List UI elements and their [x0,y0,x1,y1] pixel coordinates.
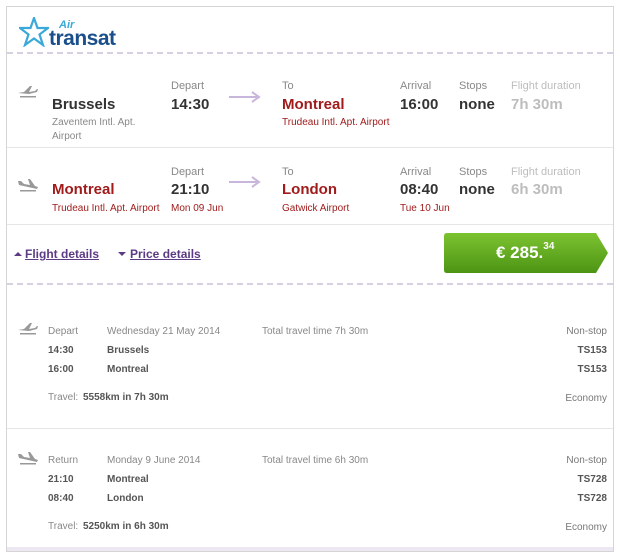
destination-city: Montreal [282,96,345,113]
plane-arrival-icon [18,179,38,192]
origin-airport: Trudeau Intl. Apt. Airport [52,203,160,214]
duration-value: 6h 30m [511,181,563,198]
return-detail-section: Return Monday 9 June 2014 Total travel t… [7,429,613,547]
depart-time: 21:10 [171,181,210,198]
origin-city: Montreal [52,181,115,198]
air-transat-logo: Air transat [19,17,139,50]
duration-value: 7h 30m [511,96,563,113]
detail-date: Monday 9 June 2014 [107,455,201,466]
origin-city: Brussels [52,96,116,113]
price-cents: 34 [543,241,555,252]
arrow-right-icon [229,176,261,188]
price-button[interactable]: € 285.34 [444,233,608,273]
destination-city: London [282,181,337,198]
flight-result-card: Air transat Brussels Zaventem Intl. Apt.… [6,6,614,552]
depart-label: Depart [171,80,205,92]
travel-prefix: Travel: [48,521,79,532]
stops-label: Stops [459,166,488,178]
flight-details-link[interactable]: Flight details [25,247,99,261]
travel-summary: 5558km in 7h 30m [83,392,169,403]
logo-transat-text: transat [49,27,116,50]
stops-value: none [459,96,495,113]
total-travel-time: Total travel time 6h 30m [262,455,369,466]
cabin-class: Economy [565,522,607,533]
caret-down-icon [118,252,126,256]
flight-number: TS728 [577,474,607,485]
stops-summary: Non-stop [566,326,607,337]
outbound-detail-section: Depart Wednesday 21 May 2014 Total trave… [7,287,613,427]
plane-departure-icon [18,86,38,98]
depart-time: 14:30 [171,96,210,113]
travel-prefix: Travel: [48,392,79,403]
leg-time: 21:10 [48,474,74,485]
to-label: To [282,166,294,178]
arrival-label: Arrival [400,166,432,178]
depart-label: Depart [171,166,205,178]
arrival-label: Arrival [400,80,432,92]
leg-city: Brussels [107,345,150,356]
duration-label: Flight duration [511,166,581,178]
leg-time: 14:30 [48,345,74,356]
travel-summary: 5250km in 6h 30m [83,521,169,532]
flight-number: TS153 [577,364,607,375]
duration-label: Flight duration [511,80,581,92]
origin-airport: Zaventem Intl. Apt. Airport [52,117,136,142]
cabin-class: Economy [565,393,607,404]
arrival-time: 16:00 [400,96,439,113]
to-label: To [282,80,294,92]
detail-type: Depart [48,326,79,337]
leg-city: London [107,493,144,504]
arrival-time: 08:40 [400,181,439,198]
detail-date: Wednesday 21 May 2014 [107,326,221,337]
depart-date: Mon 09 Jun [171,203,224,214]
stops-value: none [459,181,495,198]
destination-airport: Gatwick Airport [282,203,350,214]
price-value: € 285.34 [496,241,555,263]
price-main: € 285. [496,243,544,262]
leg-city: Montreal [107,474,149,485]
price-details-link[interactable]: Price details [130,247,201,261]
detail-type: Return [48,455,79,466]
arrival-date: Tue 10 Jun [400,203,450,214]
leg-time: 16:00 [48,364,74,375]
star-icon [19,17,49,47]
stops-label: Stops [459,80,488,92]
plane-arrival-icon [18,452,38,465]
arrow-right-icon [229,91,261,103]
flight-number: TS728 [577,493,607,504]
return-summary-row[interactable]: Montreal Trudeau Intl. Apt. Airport Depa… [7,148,613,225]
divider [7,224,613,225]
leg-time: 08:40 [48,493,74,504]
flight-number: TS153 [577,345,607,356]
leg-city: Montreal [107,364,149,375]
card-footer-bar [7,547,613,551]
destination-airport: Trudeau Intl. Apt. Airport [282,117,390,128]
total-travel-time: Total travel time 7h 30m [262,326,369,337]
stops-summary: Non-stop [566,455,607,466]
outbound-summary-row[interactable]: Brussels Zaventem Intl. Apt. Airport Dep… [7,54,613,146]
divider [7,283,613,285]
plane-departure-icon [18,323,38,335]
caret-up-icon [14,252,22,256]
